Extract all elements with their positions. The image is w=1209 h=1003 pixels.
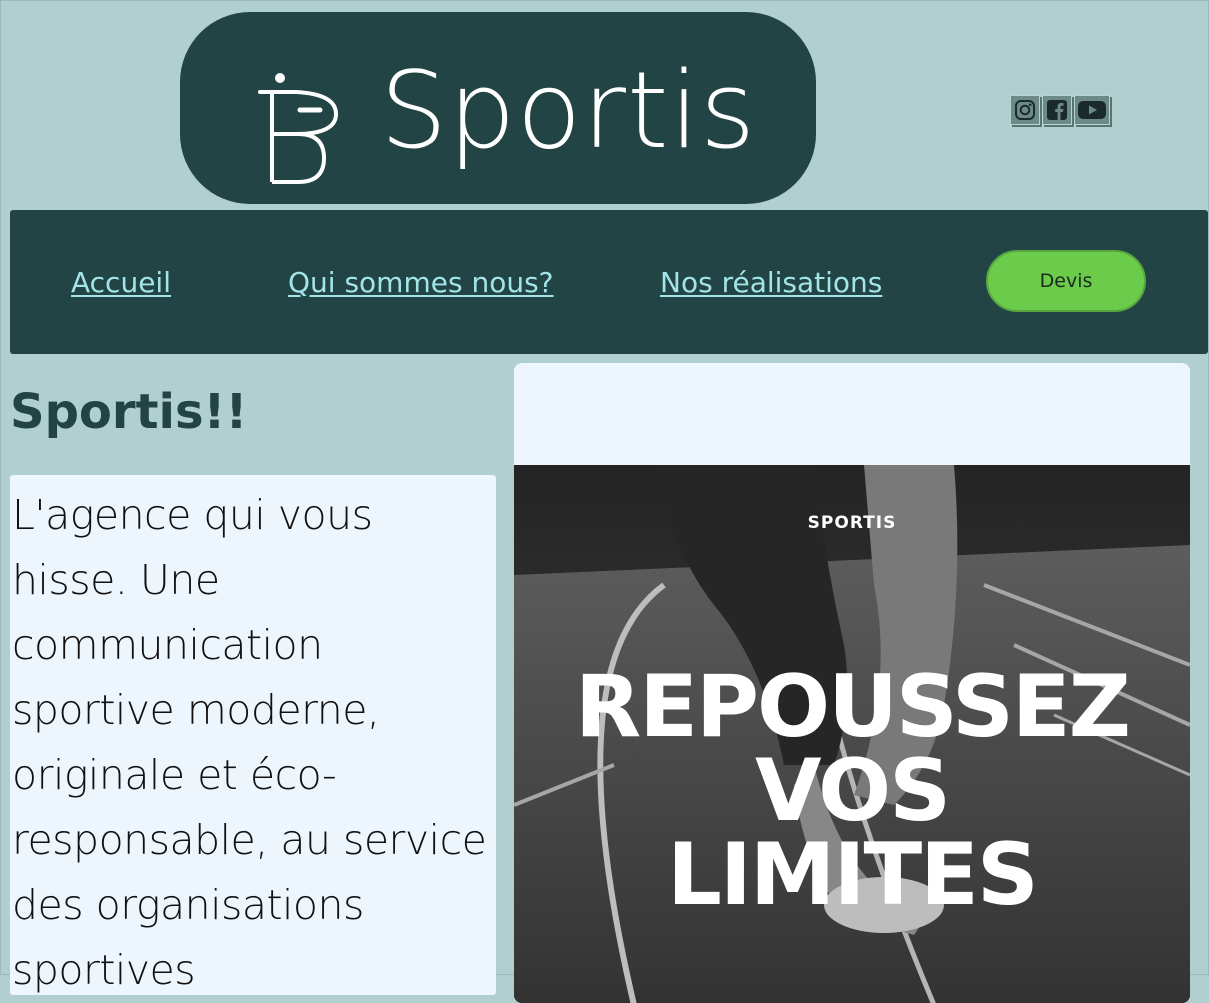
hero-title-line: REPOUSSEZ bbox=[574, 657, 1131, 757]
instagram-icon[interactable] bbox=[1010, 95, 1040, 125]
hero-title-line: VOS bbox=[754, 741, 951, 841]
hero-title: REPOUSSEZ VOS LIMITES bbox=[514, 657, 1190, 925]
logo[interactable]: Sportis bbox=[180, 12, 816, 204]
youtube-icon[interactable] bbox=[1074, 95, 1110, 125]
logo-mark-icon bbox=[258, 73, 339, 184]
devis-button[interactable]: Devis bbox=[986, 250, 1146, 312]
facebook-icon[interactable] bbox=[1042, 95, 1072, 125]
nav-link-qui-sommes-nous[interactable]: Qui sommes nous? bbox=[288, 266, 554, 299]
page-title: Sportis!! bbox=[10, 384, 248, 440]
navbar: Accueil Qui sommes nous? Nos réalisation… bbox=[10, 210, 1208, 354]
nav-link-accueil[interactable]: Accueil bbox=[71, 266, 171, 299]
intro-panel: L'agence qui vous hisse. Une communicati… bbox=[10, 475, 496, 995]
nav-link-nos-realisations[interactable]: Nos réalisations bbox=[660, 266, 882, 299]
hero-brand: SPORTIS bbox=[807, 513, 897, 533]
hero-card: SPORTIS REPOUSSEZ VOS LIMITES bbox=[514, 363, 1190, 1003]
hero-title-line: LIMITES bbox=[667, 825, 1039, 925]
logo-text: Sportis bbox=[380, 49, 757, 172]
social-links bbox=[1010, 95, 1110, 125]
intro-text: L'agence qui vous hisse. Une communicati… bbox=[12, 491, 487, 994]
hero-image: SPORTIS REPOUSSEZ VOS LIMITES bbox=[514, 465, 1190, 1003]
